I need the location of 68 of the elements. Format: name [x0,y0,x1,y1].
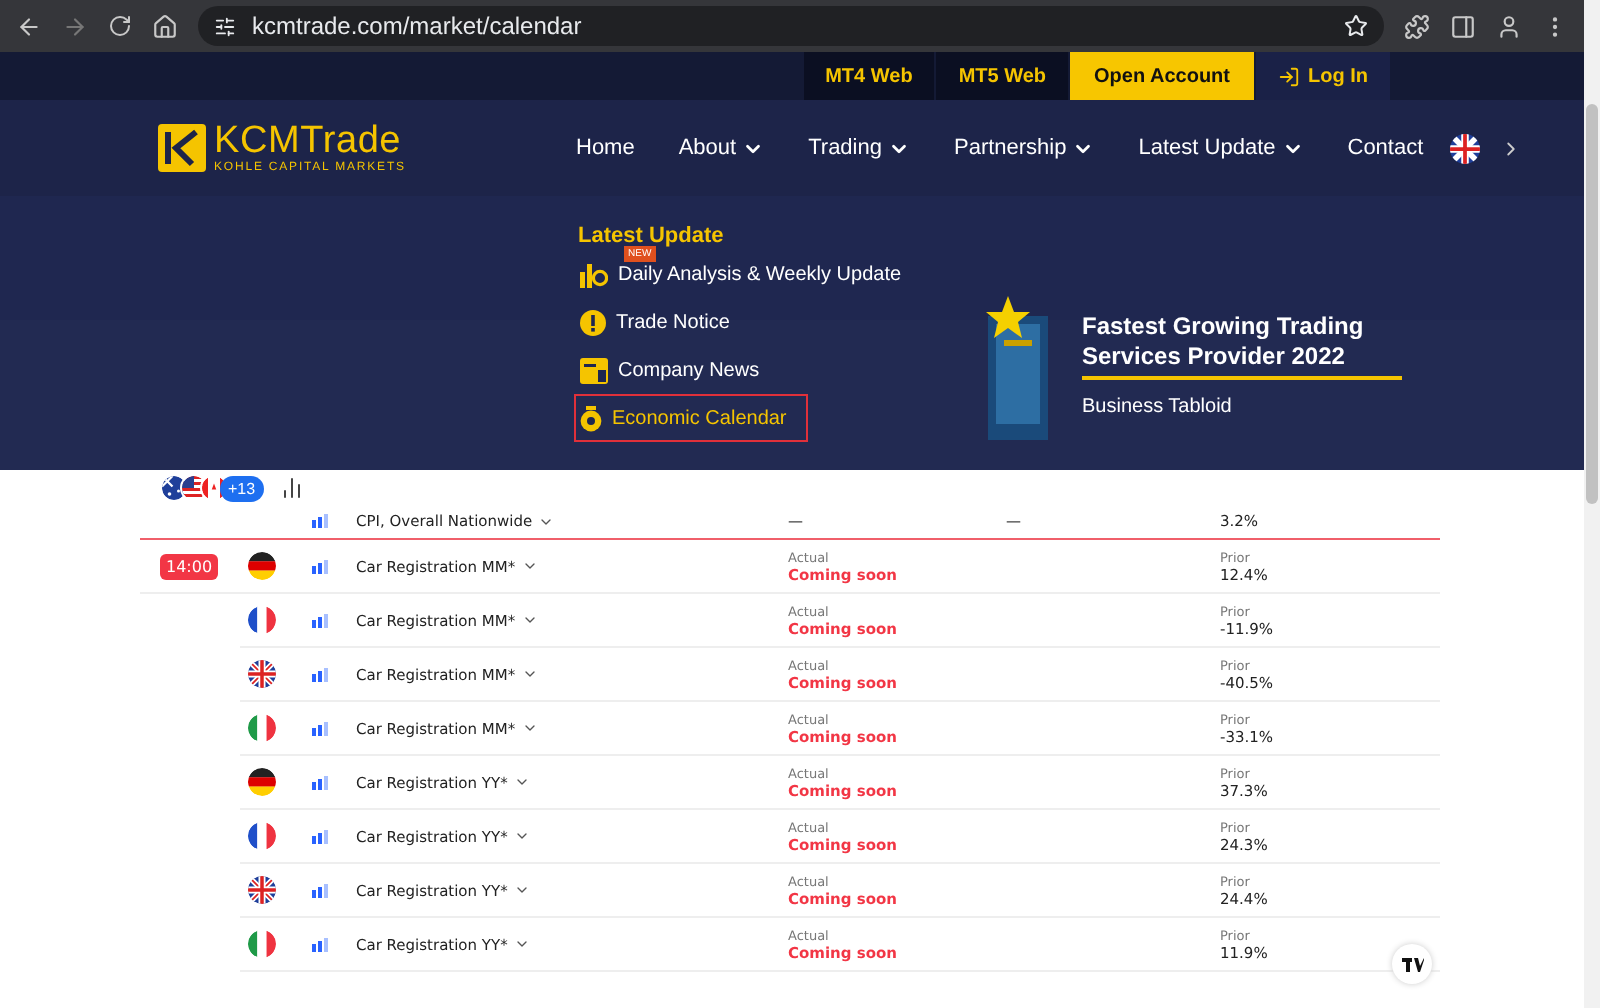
chevron-down-icon[interactable] [521,720,538,736]
chart-widget-button[interactable] [1392,944,1432,984]
flag-icon [180,474,208,502]
flag-icon [246,604,278,636]
address-bar[interactable]: kcmtrade.com/market/calendar [198,6,1384,46]
chevron-down-icon[interactable] [513,936,530,952]
importance-icon [312,883,328,897]
menu-item[interactable]: Economic Calendar [574,394,808,442]
profile-icon[interactable] [1496,13,1522,39]
login-link[interactable]: Log In [1256,52,1390,100]
site-info-icon[interactable] [214,15,236,37]
chevron-down-icon[interactable] [521,666,538,682]
importance-icon [312,667,328,681]
top-link[interactable]: MT5 Web [936,52,1069,100]
nav-item[interactable]: About [656,136,787,160]
flag-icon [246,820,278,852]
chevron-down-icon[interactable] [513,774,530,790]
importance-icon [312,559,328,573]
chart-icon [580,261,608,287]
flag-icon [246,766,278,798]
login-icon [1278,65,1300,87]
importance-icon [312,937,328,951]
importance-filter-icon[interactable] [279,476,304,500]
menu-item[interactable]: Company News [574,346,978,394]
stopwatch-icon [580,405,602,431]
forward-icon[interactable] [62,13,88,39]
flag-icon [246,874,278,906]
home-icon[interactable] [152,13,178,39]
chevron-down-icon[interactable] [521,558,538,574]
importance-icon [312,775,328,789]
chevron-down-icon[interactable] [521,612,538,628]
nav-item[interactable]: Latest Update [1116,136,1326,160]
bookmark-star-icon[interactable] [1344,14,1368,38]
chevron-down-icon[interactable] [513,882,530,898]
uk-flag-icon[interactable] [1449,133,1480,163]
reload-icon[interactable] [108,14,132,38]
award-source: Business Tabloid [1082,396,1234,418]
menu-heading: Latest Update [578,224,726,248]
time-badge: 14:00 [160,553,219,579]
more-countries-badge[interactable]: +13 [220,475,264,501]
importance-icon [312,514,328,528]
back-icon[interactable] [16,13,42,39]
top-link[interactable]: Open Account [1070,52,1254,100]
menu-item[interactable]: Trade Notice [574,298,978,346]
newspaper-icon [580,357,608,383]
side-panel-icon[interactable] [1450,13,1476,39]
scrollbar-thumb[interactable] [1586,104,1598,504]
flag-icon [246,658,278,690]
top-link[interactable]: MT4 Web [803,52,935,100]
flag-icon [160,474,188,502]
exclamation-icon [580,309,606,335]
flag-icon [246,928,278,960]
flag-icon [246,550,278,582]
nav-item[interactable]: Trading [786,136,932,160]
logo-icon [1401,957,1423,971]
extensions-icon[interactable] [1404,13,1430,39]
importance-icon [312,613,328,627]
importance-icon [312,829,328,843]
logo-icon [158,124,206,172]
nav-item[interactable]: Contact [1325,136,1446,160]
url-text: kcmtrade.com/market/calendar [252,12,584,40]
nav-item[interactable]: Partnership [931,136,1117,160]
chevron-down-icon[interactable] [513,828,530,844]
flag-icon [246,712,278,744]
importance-icon [312,721,328,735]
nav-item[interactable]: Home [554,136,657,160]
award-title: Fastest Growing Trading Services Provider 2022 [1082,312,1402,380]
logo-text: KCMTrade [214,122,402,160]
